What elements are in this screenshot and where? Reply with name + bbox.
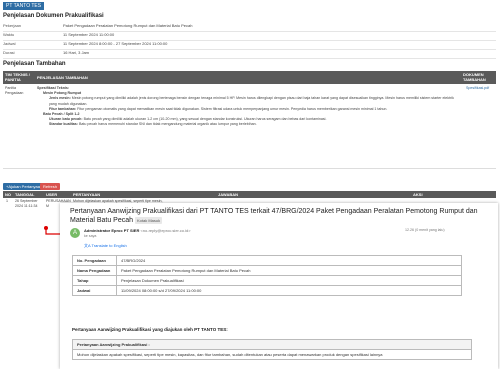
translate-link[interactable]: 文A Translate to English <box>84 243 127 249</box>
email-subject: Pertanyaan Aanwijzing Prakualifikasi dar… <box>70 207 490 225</box>
bullet-label: Fitur tambahan: <box>49 106 77 111</box>
spec-content: Spesifikasi Teknis: Mesin Potong Rumput … <box>37 86 461 128</box>
info-key: Jadwal <box>3 41 16 46</box>
badge-inbox[interactable]: Kotak Masuk <box>135 217 163 224</box>
item-title: Mesin Potong Rumput <box>43 91 82 96</box>
page-title: Penjelasan Dokumen Prakualifikasi <box>3 13 104 19</box>
bullet-text: Fitur pengaman otomatis yang dapat memat… <box>77 106 388 111</box>
question-box: Pertanyaan Aanwijzing Prakualifikasi : M… <box>72 339 472 360</box>
bullet-text: Batu pecah harus memenuhi standar SNI da… <box>78 122 257 127</box>
sender-name: Administrator Eproc PT SIER <box>84 228 140 233</box>
sender-address: <no-reply@eproc.sier.co.id> <box>140 228 191 233</box>
avatar: A <box>70 228 80 238</box>
email-row: No. Pengadaan 47/BRG/2024 <box>72 255 462 266</box>
info-row-jadwal: Jadwal 11 September 2024 8:00:00 - 27 Se… <box>3 41 496 50</box>
question-body: Mohon dijelaskan apakah spesifikasi, sep… <box>72 349 472 360</box>
item-title: Batu Pecah / Split 1-2 <box>43 112 80 117</box>
email-value: Paket Pengadaan Peralatan Pemotong Rumpu… <box>116 265 462 276</box>
info-row-waktu: Waktu 11 September 2024 11:00:00 <box>3 32 496 41</box>
email-info-table: No. Pengadaan 47/BRG/2024 Nama Pengadaan P… <box>72 255 462 296</box>
refresh-button[interactable]: Refresh <box>40 183 61 190</box>
col-answer: JAWABAN <box>218 192 239 197</box>
info-row-durasi: Durasi 16 Hari, 3 Jam <box>3 50 496 59</box>
col-action: AKSI <box>413 192 423 197</box>
email-value: 47/BRG/2024 <box>116 255 462 266</box>
info-value: Paket Pengadaan Peralatan Pemotong Rumpu… <box>63 23 193 28</box>
qa-no: 1 <box>6 199 8 203</box>
row-party: Panitia Pengadaan <box>5 86 24 96</box>
bullet-label: Standar kualitas: <box>49 122 78 127</box>
question-header: Pertanyaan Aanwijzing Prakualifikasi : <box>77 342 150 347</box>
col-header-team: TIM TEKNIS / PANITIA <box>5 72 30 82</box>
col-header-explanation: PENJELASAN TAMBAHAN <box>37 75 88 80</box>
email-row: Jadwal 11/09/2024 08:00:00 s/d 27/09/2024… <box>72 285 462 296</box>
email-key: No. Pengadaan <box>77 258 106 263</box>
bullet-text: Mesin potong rumput yang dimiliki adalah… <box>49 96 454 106</box>
spec-title: Spesifikasi Teknis: <box>37 86 70 90</box>
info-key: Durasi <box>3 50 15 55</box>
bullet-label: Ukuran batu pecah: <box>49 117 83 122</box>
email-key: Jadwal <box>77 288 91 293</box>
info-key: Pekerjaan <box>3 23 22 28</box>
spec-doc-link[interactable]: Spesifikasi.pdf <box>466 86 489 91</box>
info-key: Waktu <box>3 32 15 37</box>
qa-date: 26 September 2024 11:11:34 <box>15 199 38 209</box>
email-time: 12.26 (0 menit yang lalu) <box>405 228 445 232</box>
translate-icon: 文A <box>84 243 91 248</box>
email-key: Tahap <box>77 278 89 283</box>
translate-text: Translate to English <box>91 243 127 248</box>
col-question: PERTANYAAN <box>73 192 101 197</box>
col-date: TANGGAL <box>15 192 35 197</box>
col-user: USER <box>46 192 58 197</box>
email-row: Tahap Penjelasan Dokumen Prakualifikasi <box>72 275 462 286</box>
company-tag[interactable]: PT TANTO TES <box>3 2 45 10</box>
email-row: Nama Pengadaan Paket Pengadaan Peralatan … <box>72 265 462 276</box>
ask-question-button[interactable]: +Ajukan Pertanyaan <box>3 183 46 190</box>
additional-title: Penjelasan Tambahan <box>3 61 66 67</box>
info-row-pekerjaan: Pekerjaan Paket Pengadaan Peralatan Pemo… <box>3 23 496 32</box>
info-value: 16 Hari, 3 Jam <box>63 50 90 55</box>
email-value: 11/09/2024 08:00:00 s/d 27/09/2024 11:00… <box>116 285 462 296</box>
email-key: Nama Pengadaan <box>77 268 111 273</box>
recipient[interactable]: ke saya <box>84 234 96 238</box>
additional-row: Panitia Pengadaan Spesifikasi.pdf Spesif… <box>3 84 496 169</box>
bullet-text: Batu pecah yang dimiliki adalah ukuran 1… <box>83 117 327 122</box>
bullet-label: Jenis mesin: <box>49 96 71 101</box>
email-subject-text: Pertanyaan Aanwijzing Prakualifikasi dar… <box>70 208 478 224</box>
col-no: NO <box>5 192 11 197</box>
additional-table-header: TIM TEKNIS / PANITIA PENJELASAN TAMBAHAN… <box>3 71 496 84</box>
email-preview: Pertanyaan Aanwijzing Prakualifikasi dar… <box>60 203 498 369</box>
qa-table-header: NO TANGGAL USER PERTANYAAN JAWABAN AKSI <box>3 191 496 198</box>
email-value: Penjelasan Dokumen Prakualifikasi <box>116 275 462 286</box>
email-sender: Administrator Eproc PT SIER <no-reply@ep… <box>84 228 191 233</box>
email-intro: Pertanyaan Aanwijzing Prakualifikasi yan… <box>72 327 228 332</box>
info-value: 11 September 2024 8:00:00 - 27 September… <box>63 41 168 46</box>
col-header-doc: DOKUMEN TAMBAHAN <box>463 72 486 82</box>
info-value: 11 September 2024 11:00:00 <box>63 32 115 37</box>
